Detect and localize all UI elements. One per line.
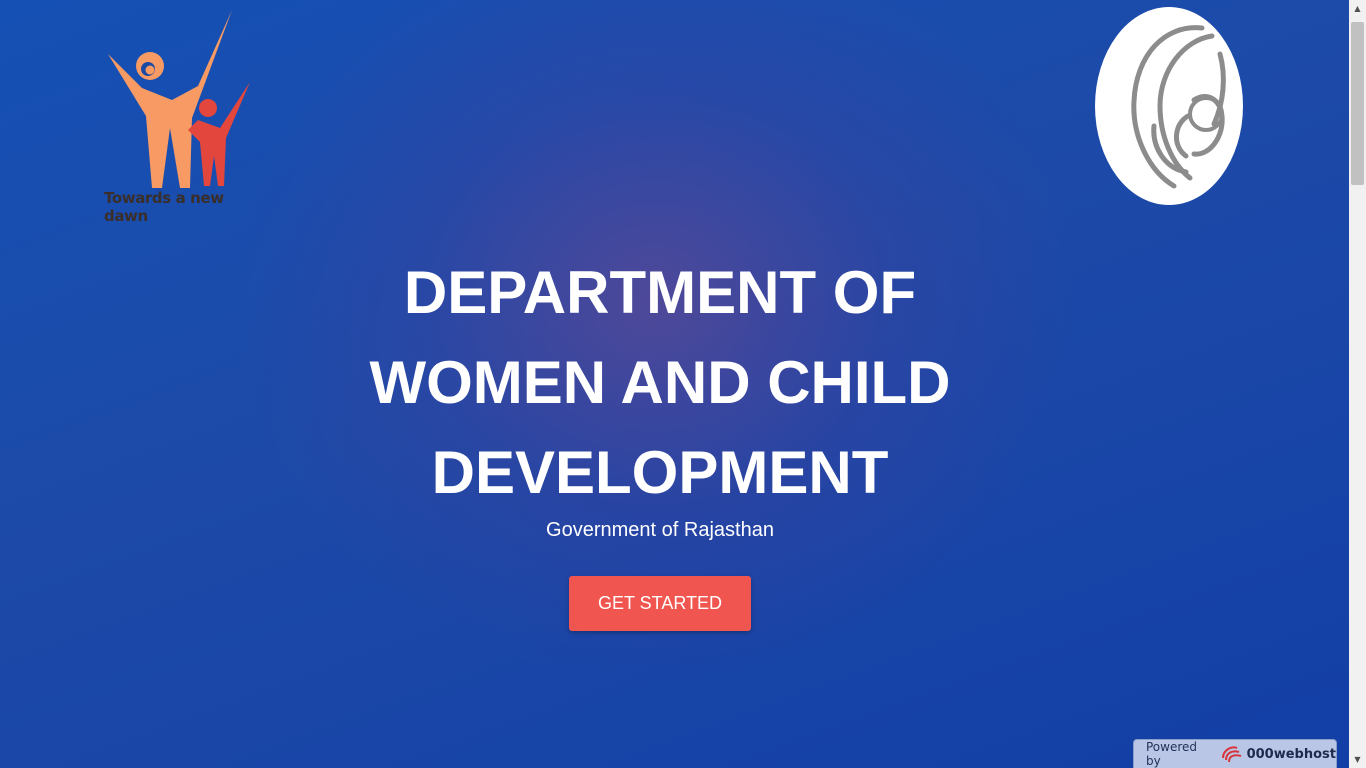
hero-section: Towards a new dawn DEPARTMENT OF WOMEN A… [0, 0, 1349, 768]
title-line-3: DEVELOPMENT [431, 439, 889, 506]
powered-by-badge[interactable]: Powered by 000webhost [1133, 739, 1337, 768]
get-started-button[interactable]: GET STARTED [569, 576, 751, 631]
scrollbar-thumb[interactable] [1351, 22, 1364, 185]
scroll-up-icon[interactable]: ▲ [1349, 0, 1366, 17]
logo-tagline: Towards a new dawn [104, 189, 224, 225]
powered-by-label: Powered by [1146, 740, 1198, 768]
family-logo-icon [108, 10, 250, 188]
page-title: DEPARTMENT OF WOMEN AND CHILD DEVELOPMEN… [300, 248, 1020, 518]
scroll-down-icon[interactable]: ▼ [1349, 751, 1366, 768]
000webhost-logo-icon [1219, 744, 1243, 764]
page-subtitle: Government of Rajasthan [546, 519, 774, 541]
mother-child-logo-icon [1095, 7, 1243, 205]
000webhost-brand: 000webhost [1246, 746, 1336, 762]
title-line-2: WOMEN AND CHILD [369, 349, 951, 416]
title-line-1: DEPARTMENT OF [403, 259, 917, 326]
